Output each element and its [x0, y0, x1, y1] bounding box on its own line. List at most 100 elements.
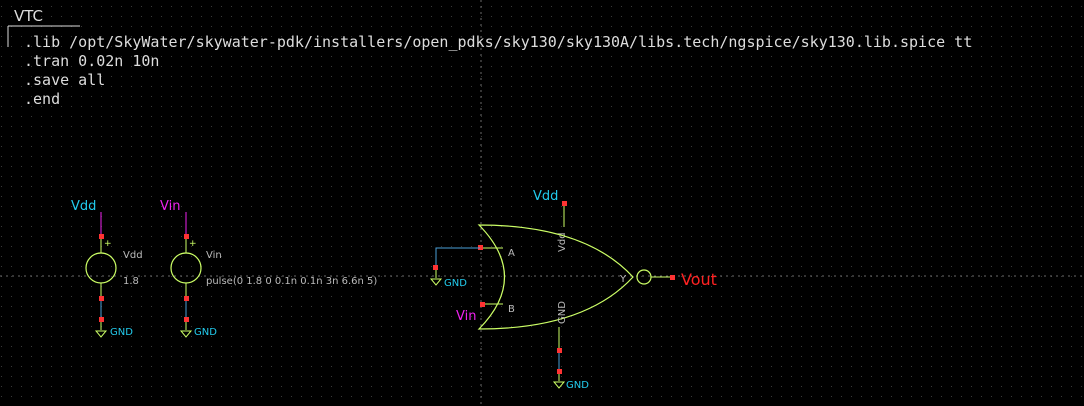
grid-dot	[881, 76, 882, 77]
grid-dot	[781, 196, 782, 197]
grid-dot	[11, 36, 12, 37]
grid-dot	[951, 146, 952, 147]
grid-dot	[871, 196, 872, 197]
grid-dot	[991, 266, 992, 267]
grid-dot	[351, 236, 352, 237]
grid-dot	[511, 346, 512, 347]
grid-dot	[1061, 316, 1062, 317]
grid-dot	[361, 196, 362, 197]
grid-dot	[921, 16, 922, 17]
grid-dot	[471, 376, 472, 377]
grid-dot	[701, 76, 702, 77]
grid-dot	[631, 306, 632, 307]
grid-dot	[1071, 356, 1072, 357]
grid-dot	[291, 336, 292, 337]
grid-dot	[961, 66, 962, 67]
grid-dot	[161, 96, 162, 97]
grid-dot	[881, 226, 882, 227]
nor-pin-b-label: B	[508, 304, 515, 315]
grid-dot	[201, 226, 202, 227]
grid-dot	[1051, 216, 1052, 217]
grid-dot	[161, 346, 162, 347]
grid-dot	[911, 356, 912, 357]
grid-dot	[191, 376, 192, 377]
grid-dot	[801, 276, 802, 277]
grid-dot	[461, 206, 462, 207]
grid-dot	[711, 226, 712, 227]
grid-dot	[531, 266, 532, 267]
grid-dot	[1031, 46, 1032, 47]
grid-dot	[831, 116, 832, 117]
grid-dot	[501, 396, 502, 397]
grid-dot	[61, 116, 62, 117]
grid-dot	[511, 146, 512, 147]
grid-dot	[381, 396, 382, 397]
nor-gate[interactable]: Vdd Vdd Vout Y A GND B Vin GND GND	[429, 189, 717, 391]
grid-dot	[691, 236, 692, 237]
grid-dot	[211, 196, 212, 197]
grid-dot	[701, 206, 702, 207]
grid-dot	[301, 166, 302, 167]
grid-dot	[851, 196, 852, 197]
grid-dot	[431, 226, 432, 227]
grid-dot	[961, 196, 962, 197]
grid-dot	[61, 16, 62, 17]
grid-dot	[161, 306, 162, 307]
grid-dot	[251, 146, 252, 147]
grid-dot	[311, 16, 312, 17]
grid-dot	[711, 386, 712, 387]
grid-dot	[271, 356, 272, 357]
grid-dot	[771, 396, 772, 397]
grid-dot	[991, 36, 992, 37]
grid-dot	[991, 16, 992, 17]
grid-dot	[661, 136, 662, 137]
grid-dot	[581, 186, 582, 187]
grid-dot	[911, 216, 912, 217]
grid-dot	[991, 56, 992, 57]
schematic-canvas[interactable]: VTC .lib /opt/SkyWater/skywater-pdk/inst…	[0, 0, 1084, 406]
grid-dot	[861, 266, 862, 267]
grid-dot	[491, 16, 492, 17]
grid-dot	[261, 176, 262, 177]
grid-dot	[251, 336, 252, 337]
grid-dot	[811, 256, 812, 257]
grid-dot	[111, 6, 112, 7]
grid-dot	[281, 236, 282, 237]
vdd-voltage-source[interactable]: Vdd + GND Vdd 1.8	[71, 199, 143, 338]
grid-dot	[441, 166, 442, 167]
grid-dot	[391, 106, 392, 107]
grid-dot	[941, 386, 942, 387]
grid-dot	[81, 286, 82, 287]
grid-dot	[551, 126, 552, 127]
grid-dot	[241, 126, 242, 127]
grid-dot	[541, 376, 542, 377]
grid-dot	[121, 306, 122, 307]
grid-dot	[761, 96, 762, 97]
grid-dot	[861, 366, 862, 367]
grid-dot	[991, 336, 992, 337]
grid-dot	[291, 216, 292, 217]
grid-dot	[751, 306, 752, 307]
grid-dot	[71, 136, 72, 137]
grid-dot	[691, 386, 692, 387]
grid-dot	[71, 116, 72, 117]
grid-dot	[1, 36, 2, 37]
grid-dot	[41, 376, 42, 377]
grid-dot	[1021, 326, 1022, 327]
vin-voltage-source[interactable]: Vin + GND Vin pulse(0 1.8 0 0.1n 0.1n 3n…	[160, 199, 377, 338]
grid-dot	[381, 66, 382, 67]
grid-dot	[171, 236, 172, 237]
grid-dot	[571, 66, 572, 67]
grid-dot	[501, 56, 502, 57]
grid-dot	[341, 96, 342, 97]
grid-dot	[981, 306, 982, 307]
grid-dot	[971, 376, 972, 377]
grid-dot	[1081, 216, 1082, 217]
grid-dot	[961, 396, 962, 397]
grid-dot	[101, 126, 102, 127]
grid-dot	[411, 176, 412, 177]
grid-dot	[171, 86, 172, 87]
grid-dot	[821, 26, 822, 27]
code-block[interactable]: VTC .lib /opt/SkyWater/skywater-pdk/inst…	[7, 7, 972, 108]
grid-dot	[291, 136, 292, 137]
